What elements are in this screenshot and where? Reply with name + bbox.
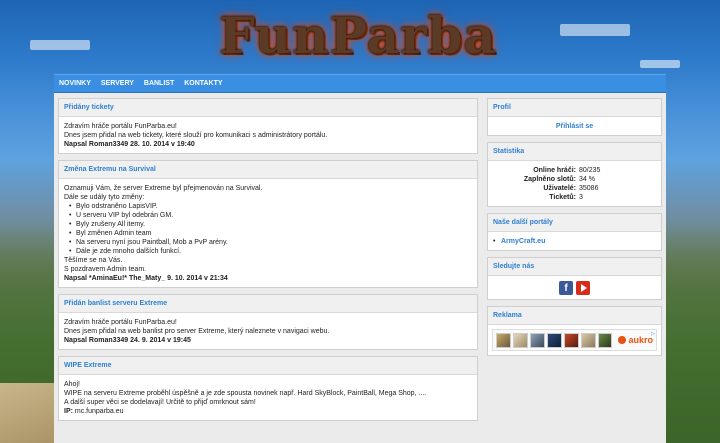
news-post: Přidány tickety Zdravím hráče portálu Fu… [58, 98, 478, 154]
post-title[interactable]: WIPE Extreme [59, 357, 477, 375]
change-item: Bylo odstraněno LapisVIP. [69, 202, 472, 211]
portal-list: ArmyCraft.eu [493, 237, 656, 246]
post-text: S pozdravem Admin team. [64, 266, 147, 273]
stat-row: Ticketů: 3 [493, 193, 656, 202]
stat-value: 80/235 [579, 167, 601, 174]
background-sand [0, 383, 60, 443]
news-post: Přidán banlist serveru Extreme Zdravím h… [58, 294, 478, 350]
stat-row: Online hráči: 80/235 [493, 166, 656, 175]
change-item: Byly zrušeny All itemy. [69, 220, 472, 229]
stat-label: Uživatelé: [543, 185, 576, 192]
profile-body: Přihlásit se [488, 117, 661, 135]
nav-novinky[interactable]: NOVINKY [54, 75, 95, 93]
server-ip-value: mc.funparba.eu [74, 408, 124, 415]
facebook-icon[interactable]: f [559, 281, 573, 295]
stats-panel: Statistika Online hráči: 80/235 Zaplněno … [487, 142, 662, 207]
ad-thumbnail [580, 332, 596, 348]
portal-item: ArmyCraft.eu [493, 237, 656, 246]
post-text: Dnes jsem přidal na web tickety, které s… [64, 132, 328, 139]
post-text: Dále se udály tyto změny: [64, 194, 145, 201]
post-title[interactable]: Přidán banlist serveru Extreme [59, 295, 477, 313]
youtube-icon[interactable] [576, 281, 590, 295]
stat-value: 35086 [579, 185, 599, 192]
post-body: Zdravím hráče portálu FunParba.eu! Dnes … [59, 117, 477, 153]
ad-brand-label: aukro [628, 334, 653, 345]
social-links: f [488, 276, 661, 299]
stats-body: Online hráči: 80/235 Zaplněno slotů: 34 % … [488, 161, 661, 206]
portals-panel: Naše další portály ArmyCraft.eu [487, 213, 662, 251]
ad-thumbnail [496, 332, 511, 348]
ad-thumbnail [546, 332, 562, 348]
ads-title: Reklama [488, 307, 661, 325]
news-column: Přidány tickety Zdravím hráče portálu Fu… [58, 98, 478, 427]
change-item: Byl změnen Admin team [69, 229, 472, 238]
change-item: Dále je zde mnoho dalších funkcí. [69, 247, 472, 256]
ads-panel: Reklama aukro ▷ [487, 306, 662, 356]
login-link[interactable]: Přihlásit se [556, 123, 593, 130]
ad-thumbnail [512, 332, 528, 348]
nav-servery[interactable]: SERVERY [97, 75, 138, 93]
stat-value: 3 [579, 194, 583, 201]
aukro-logo-icon [618, 336, 627, 344]
post-text: Dnes jsem přidal na web banlist pro serv… [64, 328, 330, 335]
profile-panel: Profil Přihlásit se [487, 98, 662, 136]
post-text: Zdravím hráče portálu FunParba.eu! [64, 123, 177, 130]
change-item: Na serveru nyní jsou Paintball, Mob a Pv… [69, 238, 472, 247]
nav-kontakty[interactable]: KONTAKTY [180, 75, 226, 93]
post-body: Ahoj! WIPE na serveru Extreme proběhl ús… [59, 375, 477, 420]
stat-row: Uživatelé: 35086 [493, 184, 656, 193]
stats-title: Statistika [488, 143, 661, 161]
post-text: Těšíme se na Vás. [64, 257, 123, 264]
nav-banlist[interactable]: BANLIST [140, 75, 178, 93]
cloud [30, 40, 90, 50]
stat-label: Ticketů: [549, 194, 576, 201]
site-logo-text: FunParba [219, 6, 497, 65]
follow-title: Sledujte nás [488, 258, 661, 276]
ad-brand: aukro [618, 334, 653, 345]
page-content: Přidány tickety Zdravím hráče portálu Fu… [54, 93, 666, 443]
profile-title: Profil [488, 99, 661, 117]
ads-body: aukro ▷ [488, 325, 661, 355]
ad-thumbnail [563, 332, 579, 348]
follow-panel: Sledujte nás f [487, 257, 662, 300]
cloud [560, 24, 630, 36]
post-author: Napsal Roman3349 28. 10. 2014 v 19:40 [64, 141, 195, 148]
post-body: Zdravím hráče portálu FunParba.eu! Dnes … [59, 313, 477, 349]
post-author: Napsal Roman3349 24. 9. 2014 v 19:45 [64, 337, 191, 344]
change-item: U serveru VIP byl odebrán GM. [69, 211, 472, 220]
server-ip: IP: mc.funparba.eu [64, 407, 472, 416]
portals-body: ArmyCraft.eu [488, 232, 661, 250]
change-list: Bylo odstraněno LapisVIP. U serveru VIP … [69, 202, 472, 256]
portal-link[interactable]: ArmyCraft.eu [501, 238, 545, 245]
adchoices-icon[interactable]: ▷ [651, 330, 655, 339]
news-post: WIPE Extreme Ahoj! WIPE na serveru Extre… [58, 356, 478, 421]
post-text: Zdravím hráče portálu FunParba.eu! [64, 319, 177, 326]
site-logo[interactable]: FunParba [200, 8, 516, 64]
portals-title: Naše další portály [488, 214, 661, 232]
post-text: Oznamuji Vám, že server Extreme byl přej… [64, 185, 263, 192]
sidebar: Profil Přihlásit se Statistika Online hr… [487, 98, 662, 362]
post-title[interactable]: Přidány tickety [59, 99, 477, 117]
cloud [640, 60, 680, 68]
post-body: Oznamuji Vám, že server Extreme byl přej… [59, 179, 477, 287]
stat-label: Online hráči: [533, 167, 576, 174]
post-text: Ahoj! [64, 381, 80, 388]
post-title[interactable]: Změna Extremu na Survival [59, 161, 477, 179]
post-text: WIPE na serveru Extreme proběhl úspěšně … [64, 390, 427, 397]
post-author: Napsal *AminaEu!* The_Maty_ 9. 10. 2014 … [64, 275, 228, 282]
stat-value: 34 % [579, 176, 595, 183]
ad-thumbnail [597, 332, 613, 348]
news-post: Změna Extremu na Survival Oznamuji Vám, … [58, 160, 478, 288]
ad-banner[interactable]: aukro ▷ [492, 329, 657, 351]
server-ip-label: IP: [64, 408, 73, 415]
main-navigation: NOVINKY SERVERY BANLIST KONTAKTY [54, 74, 666, 93]
post-text: A další super věci se dodelavají! Určitě… [64, 399, 256, 406]
stat-label: Zaplněno slotů: [523, 176, 576, 183]
stat-row: Zaplněno slotů: 34 % [493, 175, 656, 184]
ad-thumbnail [529, 332, 545, 348]
